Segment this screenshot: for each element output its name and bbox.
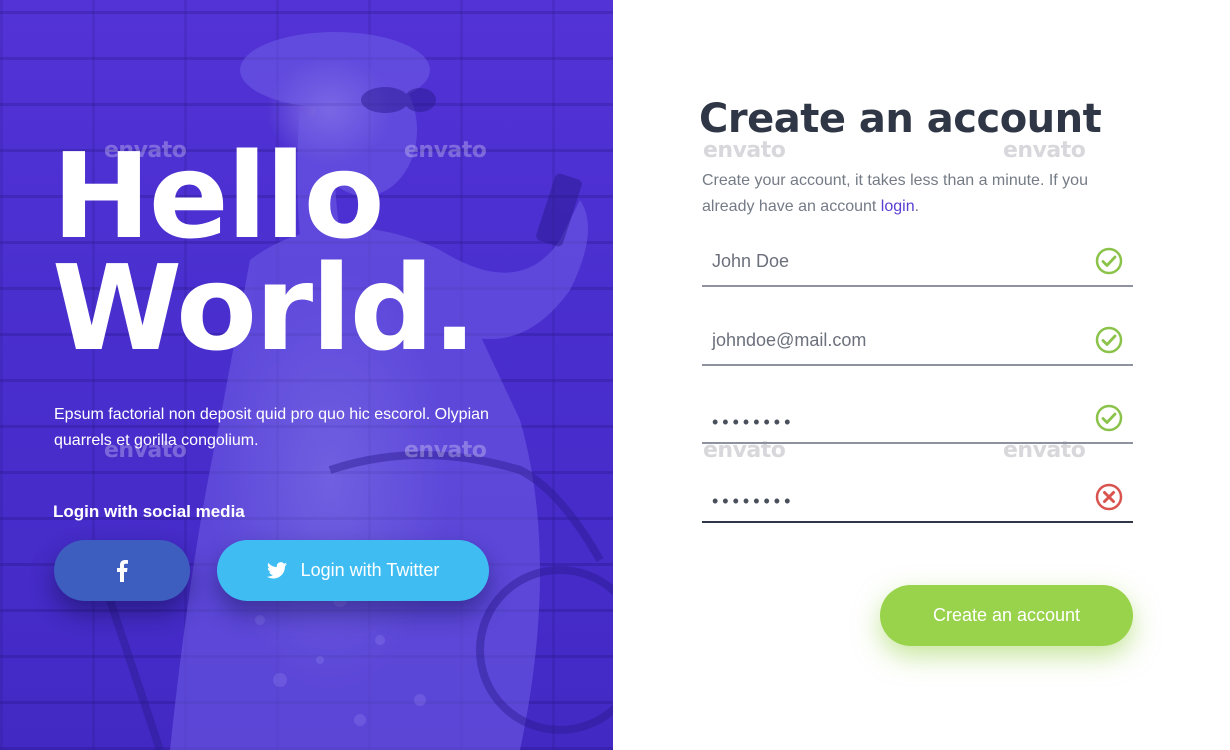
check-circle-icon <box>1095 404 1123 432</box>
hero-heading: Hello World. <box>52 127 477 377</box>
hero-line-1: Hello <box>52 127 385 265</box>
check-circle-icon <box>1095 247 1123 275</box>
password-value: •••••••• <box>712 412 795 432</box>
email-field[interactable]: johndoe@mail.com <box>702 316 1133 366</box>
hero-panel: envato envato envato envato Hello World.… <box>0 0 613 750</box>
subtitle-end: . <box>914 198 920 215</box>
email-value: johndoe@mail.com <box>712 330 867 350</box>
social-login-label: Login with social media <box>53 502 245 521</box>
password-field[interactable]: •••••••• <box>702 394 1133 444</box>
name-value: John Doe <box>712 251 790 271</box>
name-field[interactable]: John Doe <box>702 237 1133 287</box>
confirm-password-value: •••••••• <box>712 491 795 511</box>
check-circle-icon <box>1095 326 1123 354</box>
error-circle-icon <box>1095 483 1123 511</box>
signup-panel: envato envato envato envato Create an ac… <box>613 0 1230 750</box>
create-account-button[interactable]: Create an account <box>880 585 1133 646</box>
twitter-login-label: Login with Twitter <box>300 560 440 580</box>
form-title: Create an account <box>699 96 1102 142</box>
hero-line-2: World. <box>52 239 477 377</box>
twitter-login-button[interactable]: Login with Twitter <box>217 540 489 601</box>
form-subtitle: Create your account, it takes less than … <box>702 168 1132 220</box>
login-link[interactable]: login <box>881 198 915 215</box>
confirm-password-field[interactable]: •••••••• <box>702 473 1133 523</box>
hero-tagline: Epsum factorial non deposit quid pro quo… <box>54 406 489 449</box>
twitter-icon <box>266 562 287 579</box>
facebook-login-button[interactable] <box>54 540 190 601</box>
facebook-icon <box>117 559 128 582</box>
